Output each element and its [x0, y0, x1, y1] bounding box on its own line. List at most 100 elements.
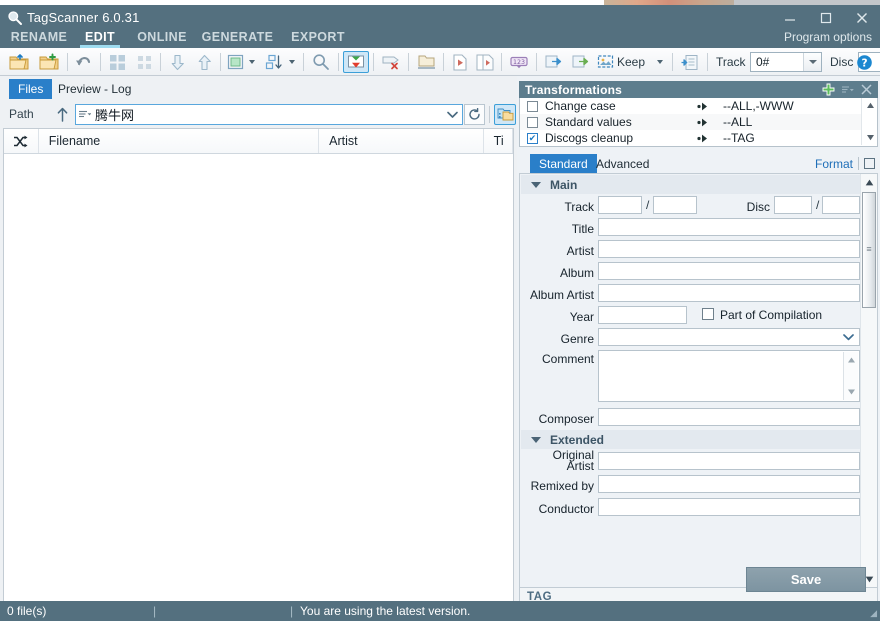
- resize-grip-icon[interactable]: ◢: [870, 608, 877, 619]
- file-list-body[interactable]: [4, 154, 513, 600]
- search-icon[interactable]: [308, 50, 334, 74]
- select-all-dropdown-icon[interactable]: [244, 50, 260, 74]
- transformation-value: --ALL,-WWW: [723, 99, 794, 113]
- path-dropdown-icon[interactable]: [442, 105, 462, 124]
- conductor-input[interactable]: [598, 498, 860, 516]
- sort-icon[interactable]: [262, 50, 286, 74]
- track-number-input[interactable]: [598, 196, 642, 214]
- sort-dropdown-icon[interactable]: [284, 50, 300, 74]
- window-title: TagScanner 6.0.31: [27, 10, 140, 25]
- genre-combo[interactable]: [598, 328, 860, 346]
- tab-standard-label: Standard: [539, 156, 588, 171]
- composer-field-label: Composer: [538, 412, 594, 426]
- help-icon[interactable]: ?: [852, 50, 876, 74]
- artwork-icon[interactable]: [595, 50, 617, 74]
- svg-text:?: ?: [861, 57, 867, 69]
- shuffle-icon[interactable]: [4, 129, 39, 153]
- tab-preview-log[interactable]: Preview - Log: [49, 79, 140, 99]
- format-link[interactable]: Format: [815, 154, 853, 173]
- column-header-filename[interactable]: Filename: [39, 129, 320, 153]
- import-tags-icon[interactable]: [343, 51, 369, 73]
- renumber-icon[interactable]: 123: [506, 50, 532, 74]
- play-file-icon[interactable]: [448, 50, 472, 74]
- conductor-field-label: Conductor: [538, 502, 594, 516]
- transformation-arrow-icon: [697, 134, 723, 143]
- move-down-icon[interactable]: [165, 50, 189, 74]
- title-input[interactable]: [598, 218, 860, 236]
- scroll-down-icon[interactable]: [844, 385, 859, 399]
- large-icons-icon[interactable]: [105, 50, 129, 74]
- scroll-up-icon[interactable]: [844, 353, 859, 367]
- scroll-up-icon[interactable]: [861, 174, 877, 190]
- tab-advanced[interactable]: Advanced: [587, 154, 658, 173]
- form-scroll-thumb[interactable]: ≡: [862, 192, 876, 308]
- refresh-icon[interactable]: [464, 104, 485, 125]
- transformation-checkbox[interactable]: [527, 132, 538, 144]
- path-history-icon[interactable]: [76, 105, 93, 124]
- transformation-row[interactable]: Discogs cleanup --TAG: [520, 130, 877, 146]
- comment-textarea[interactable]: [598, 350, 860, 402]
- save-button[interactable]: Save: [746, 567, 866, 592]
- clear-tags-icon[interactable]: [378, 50, 404, 74]
- editor-tabstrip: Standard Advanced Format: [519, 154, 878, 173]
- program-options-link[interactable]: Program options: [784, 25, 872, 48]
- tagscanner-window: TagScanner 6.0.31 RENAME EDIT ONLINE GEN…: [0, 0, 880, 621]
- transformation-value: --TAG: [723, 131, 755, 145]
- comment-scrollbar[interactable]: [843, 352, 858, 400]
- keep-dropdown-icon[interactable]: [652, 50, 668, 74]
- part-of-compilation-checkbox[interactable]: [702, 308, 714, 320]
- tag-editor-pane: Transformations Change case --ALL,-WWW S…: [517, 76, 880, 621]
- menu-tab-export[interactable]: EXPORT: [288, 25, 348, 48]
- add-folder-icon[interactable]: [36, 50, 62, 74]
- undo-icon[interactable]: [72, 50, 96, 74]
- small-icons-icon[interactable]: [132, 50, 156, 74]
- composer-input[interactable]: [598, 408, 860, 426]
- scroll-up-icon[interactable]: [862, 98, 878, 113]
- original-artist-input[interactable]: [598, 452, 860, 470]
- playlist-icon[interactable]: [473, 50, 497, 74]
- menu-tab-online[interactable]: ONLINE: [133, 25, 191, 48]
- scroll-down-icon[interactable]: [862, 130, 878, 145]
- menu-tab-rename[interactable]: RENAME: [8, 25, 70, 48]
- remixed-by-input[interactable]: [598, 475, 860, 493]
- browse-folder-icon[interactable]: [494, 104, 516, 125]
- artist-input[interactable]: [598, 240, 860, 258]
- group-header-main[interactable]: Main: [521, 175, 861, 194]
- move-up-icon[interactable]: [192, 50, 216, 74]
- menu-tab-edit-label: EDIT: [84, 29, 116, 44]
- copy-to-icon[interactable]: [541, 50, 567, 74]
- plus-icon[interactable]: [820, 82, 836, 97]
- transformation-checkbox[interactable]: [527, 100, 538, 112]
- path-input[interactable]: 腾牛网: [75, 104, 463, 125]
- menu-tab-generate[interactable]: GENERATE: [200, 25, 275, 48]
- list-menu-icon[interactable]: [839, 82, 855, 97]
- disc-number-input[interactable]: [774, 196, 812, 214]
- menu-tab-edit[interactable]: EDIT: [80, 25, 120, 48]
- track-total-input[interactable]: [653, 196, 697, 214]
- genre-dropdown-icon[interactable]: [843, 330, 854, 344]
- open-folder-icon[interactable]: [6, 50, 32, 74]
- move-to-icon[interactable]: [568, 50, 594, 74]
- group-main-label: Main: [550, 177, 578, 192]
- album-artist-input[interactable]: [598, 284, 860, 302]
- tag-from-file-icon[interactable]: [677, 50, 703, 74]
- menu-tab-generate-label: GENERATE: [201, 29, 274, 44]
- transformations-scrollbar[interactable]: [861, 98, 877, 145]
- tab-files[interactable]: Files: [9, 79, 53, 99]
- album-input[interactable]: [598, 262, 860, 280]
- expand-editor-button[interactable]: [864, 158, 875, 169]
- form-scrollbar[interactable]: ≡: [860, 174, 877, 587]
- transformation-row[interactable]: Change case --ALL,-WWW: [520, 98, 877, 114]
- track-combo-arrow-icon[interactable]: [803, 53, 821, 71]
- track-format-combo[interactable]: 0#: [750, 52, 822, 72]
- transformation-checkbox[interactable]: [527, 116, 538, 128]
- year-input[interactable]: [598, 306, 687, 324]
- transformation-row[interactable]: Standard values --ALL: [520, 114, 877, 130]
- open-containing-folder-icon[interactable]: [413, 50, 439, 74]
- disc-total-input[interactable]: [822, 196, 860, 214]
- column-header-title[interactable]: Ti: [484, 129, 513, 153]
- column-header-artist[interactable]: Artist: [319, 129, 484, 153]
- group-header-extended[interactable]: Extended: [521, 430, 861, 449]
- arrow-up-icon[interactable]: [53, 105, 71, 123]
- close-icon[interactable]: [858, 82, 874, 97]
